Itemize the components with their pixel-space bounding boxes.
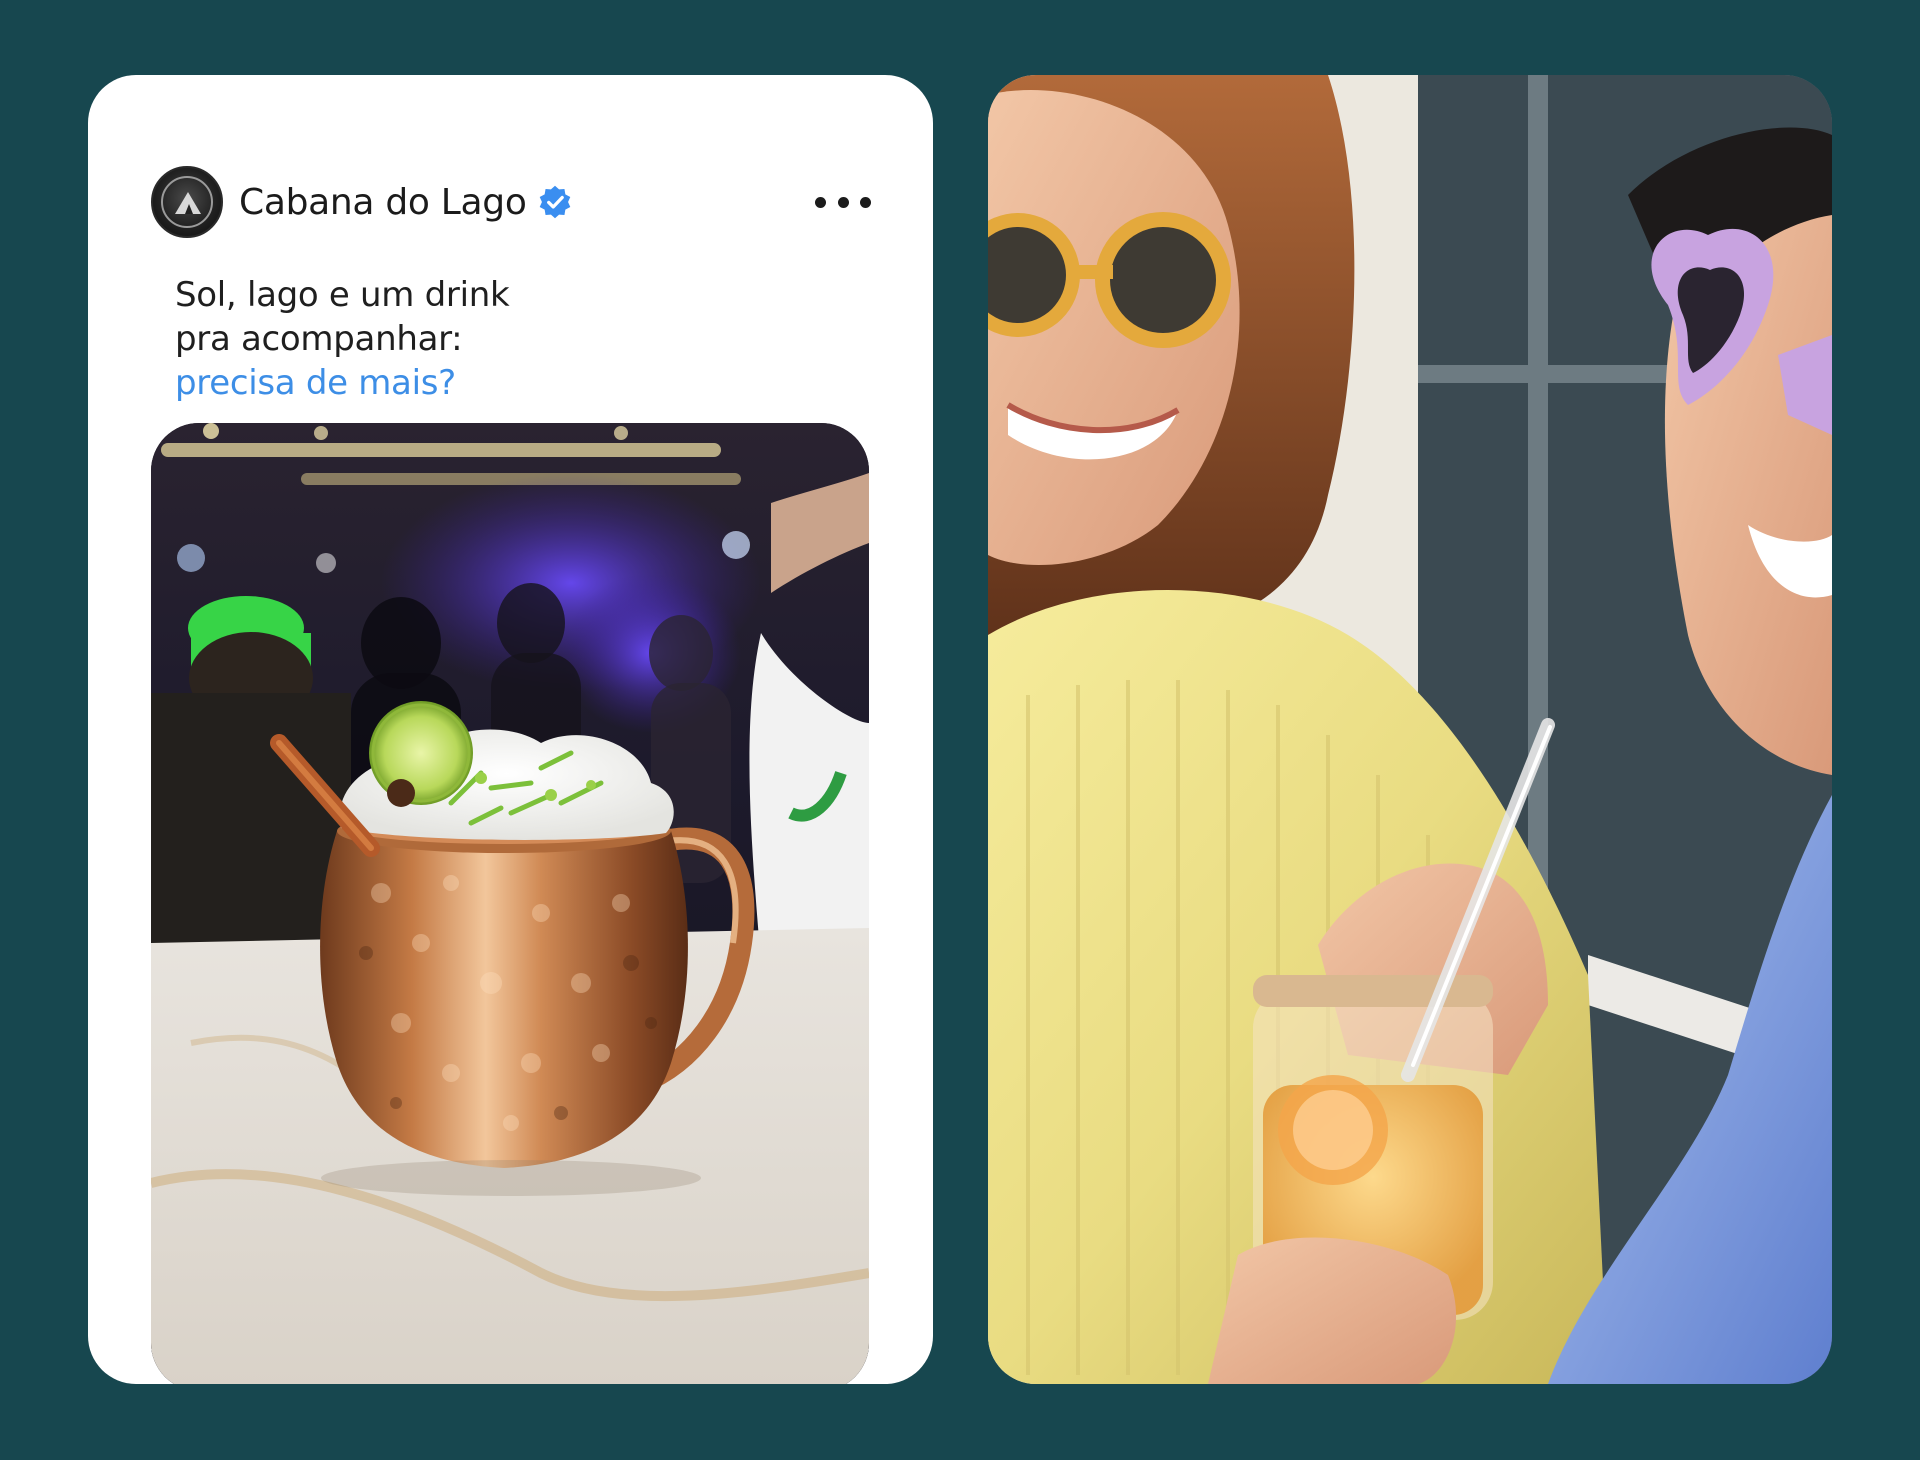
verified-badge-icon <box>539 185 570 219</box>
more-horizontal-icon <box>815 196 826 208</box>
cocktail-photo-illustration <box>151 423 869 1384</box>
post-photo[interactable] <box>151 423 869 1384</box>
caption-highlight[interactable]: precisa de mais? <box>175 361 795 405</box>
canvas: Cabana do Lago Sol, lago e um drink pra … <box>0 0 1920 1460</box>
tent-door <box>185 204 193 214</box>
friends-drinking-illustration <box>988 75 1832 1384</box>
lifestyle-photo[interactable] <box>988 75 1832 1384</box>
more-dot <box>837 196 849 208</box>
post-caption: Sol, lago e um drink pra acompanhar: pre… <box>175 273 795 405</box>
more-dot <box>860 196 871 208</box>
social-post-card: Cabana do Lago Sol, lago e um drink pra … <box>88 75 933 1384</box>
avatar[interactable] <box>151 166 223 238</box>
caption-line-1: Sol, lago e um drink <box>175 275 510 315</box>
more-options-button[interactable] <box>815 180 871 224</box>
post-header: Cabana do Lago <box>151 166 871 238</box>
account-name[interactable]: Cabana do Lago <box>239 182 527 223</box>
caption-line-2: pra acompanhar: <box>175 319 463 359</box>
